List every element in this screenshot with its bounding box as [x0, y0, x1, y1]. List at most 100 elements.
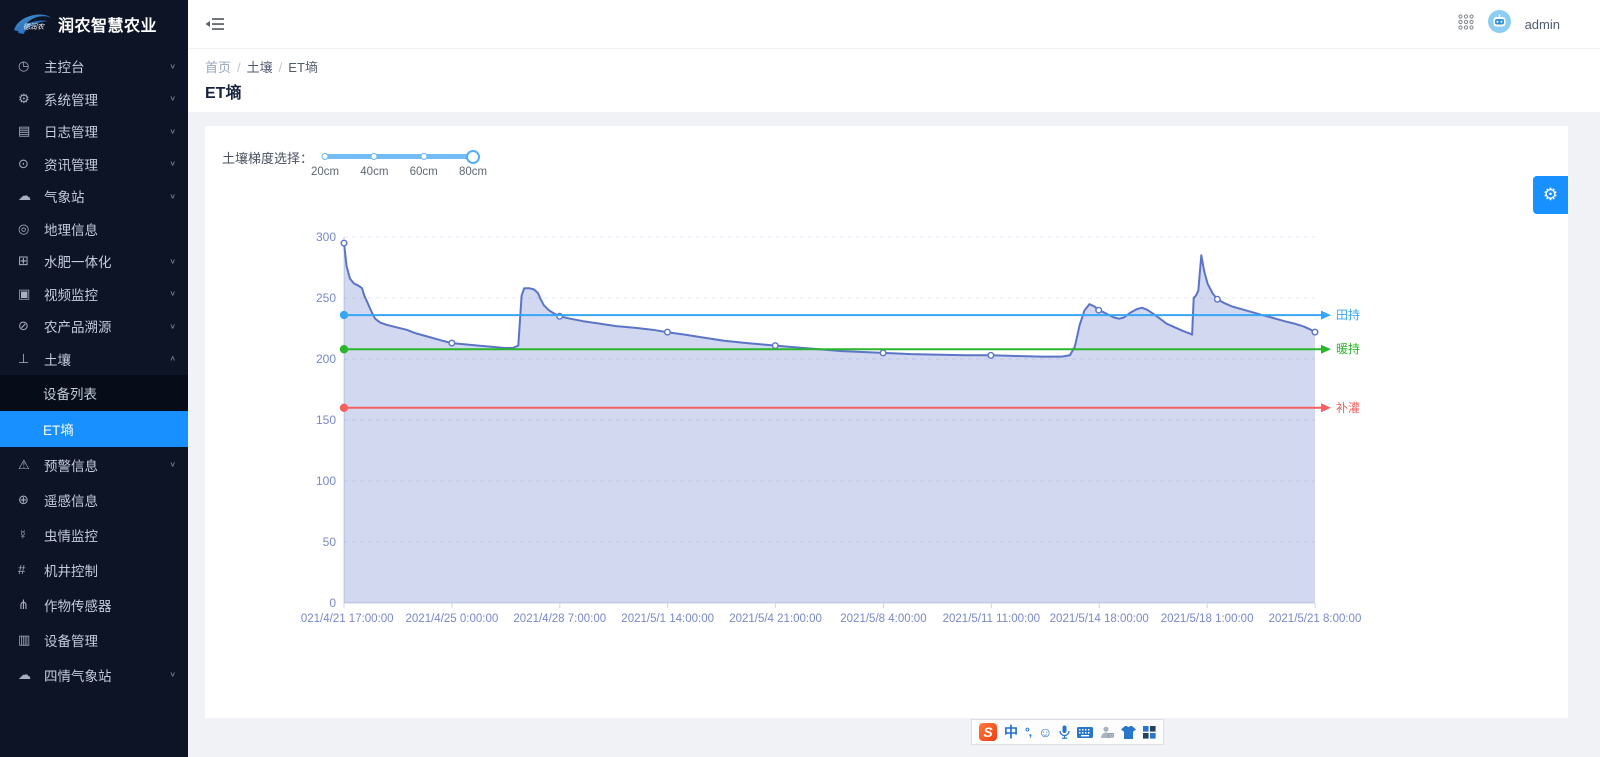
sidebar-item-label: 农产品溯源 [44, 316, 169, 336]
ime-user-icon[interactable]: 22 [1100, 726, 1114, 739]
breadcrumb-item: ET墒 [288, 60, 318, 75]
svg-text:2021/5/11 11:00:00: 2021/5/11 11:00:00 [943, 613, 1040, 625]
svg-text:补灌: 补灌 [1336, 401, 1360, 415]
soil-gradient-control: 土壤梯度选择： 20cm40cm60cm80cm [222, 148, 473, 182]
svg-text:德润农: 德润农 [23, 23, 45, 31]
geo-info-icon: ◎ [18, 221, 38, 237]
ime-mic-icon[interactable] [1059, 725, 1070, 739]
sidebar-item-label: 主控台 [44, 56, 169, 76]
ime-emoji-icon[interactable]: ☺ [1038, 724, 1052, 740]
ime-punctuation-icon[interactable]: °, [1025, 725, 1031, 739]
gear-icon: ⚙ [18, 91, 38, 107]
slider-handle[interactable] [466, 150, 480, 164]
breadcrumb: 首页/土壤/ET墒 [205, 57, 318, 76]
sidebar-collapse-icon[interactable] [205, 16, 225, 37]
svg-text:100: 100 [316, 474, 336, 488]
sidebar: 德润农 润农智慧农业 ◷主控台∨⚙系统管理∨▤日志管理∨⊙资讯管理∨☁气象站∨◎… [0, 0, 188, 757]
sidebar-item-weather-station[interactable]: ☁气象站∨ [0, 180, 188, 213]
soil-icon: ⊥ [18, 351, 38, 367]
device-manage-icon: ▥ [18, 632, 38, 648]
sidebar-item-remote-sensing[interactable]: ⊕遥感信息 [0, 482, 188, 517]
app-title: 润农智慧农业 [58, 12, 157, 36]
ime-mode-chinese[interactable]: 中 [1004, 722, 1018, 742]
content-card: 土壤梯度选择： 20cm40cm60cm80cm 050100150200250… [205, 126, 1568, 718]
chevron-down-icon: ∨ [169, 127, 176, 136]
sidebar-menu: ◷主控台∨⚙系统管理∨▤日志管理∨⊙资讯管理∨☁气象站∨◎地理信息⊞水肥一体化∨… [0, 50, 188, 692]
chevron-down-icon: ∨ [169, 322, 176, 331]
slider-stop-40cm [371, 153, 378, 160]
sidebar-item-news[interactable]: ⊙ 资讯管理∨ [0, 148, 188, 181]
ime-toolbox-icon[interactable] [1143, 726, 1156, 739]
sidebar-item-warning-info[interactable]: ⚠预警信息∨ [0, 447, 188, 482]
video-monitor-icon: ▣ [18, 286, 38, 302]
sidebar-item-dashboard[interactable]: ◷ 主控台∨ [0, 50, 188, 83]
sidebar-item-device-manage[interactable]: ▥设备管理 [0, 622, 188, 657]
well-control-icon: # [18, 562, 38, 577]
ime-skin-icon[interactable] [1121, 726, 1136, 739]
slider-mark-label: 20cm [311, 166, 339, 178]
sidebar-item-product-trace[interactable]: ⊘农产品溯源∨ [0, 310, 188, 343]
title-band: 首页/土壤/ET墒 ET墒 [188, 48, 1600, 112]
admin-username[interactable]: admin [1525, 17, 1560, 32]
chevron-down-icon: ∨ [169, 460, 176, 469]
svg-text:2021/4/21 17:00:00: 2021/4/21 17:00:00 [300, 613, 394, 625]
slider-track[interactable] [325, 154, 473, 159]
weather-station-icon: ☁ [18, 188, 38, 204]
sidebar-item-label: 四情气象站 [44, 665, 169, 685]
slider-stop-20cm [322, 153, 329, 160]
sidebar-item-label: 土壤 [44, 349, 169, 369]
sidebar-item-label: 作物传感器 [44, 595, 176, 615]
sidebar-item-video-monitor[interactable]: ▣ 视频监控∨ [0, 278, 188, 311]
breadcrumb-item[interactable]: 首页 [205, 60, 231, 75]
et-moisture-chart: 0501001502002503002021/4/21 17:00:002021… [300, 228, 1375, 628]
sidebar-item-label: 遥感信息 [44, 490, 176, 510]
logo-swirl-icon: 德润农 [12, 11, 52, 37]
gear-icon: ⚙ [1543, 185, 1558, 205]
chevron-up-icon: ∧ [169, 354, 176, 363]
sidebar-item-label: 视频监控 [44, 284, 169, 304]
svg-text:2021/4/25 0:00:00: 2021/4/25 0:00:00 [406, 613, 499, 625]
svg-text:0: 0 [329, 596, 336, 610]
chart-svg: 0501001502002503002021/4/21 17:00:002021… [300, 228, 1375, 628]
news-icon: ⊙ [18, 156, 38, 172]
sidebar-item-four-weather[interactable]: ☁ 四情气象站∨ [0, 657, 188, 692]
warning-info-icon: ⚠ [18, 457, 38, 473]
sidebar-item-log[interactable]: ▤日志管理∨ [0, 115, 188, 148]
avatar[interactable] [1488, 10, 1511, 38]
svg-text:2021/5/8 4:00:00: 2021/5/8 4:00:00 [840, 613, 926, 625]
slider-mark-label: 80cm [459, 166, 487, 178]
svg-text:2021/5/1 14:00:00: 2021/5/1 14:00:00 [621, 613, 714, 625]
svg-text:暖持: 暖持 [1336, 341, 1360, 356]
sidebar-subitem-et-moisture[interactable]: ET墒 [0, 411, 188, 447]
svg-text:2021/5/14 18:00:00: 2021/5/14 18:00:00 [1050, 613, 1149, 625]
sidebar-subitem-device-list[interactable]: 设备列表 [0, 375, 188, 411]
svg-text:田持: 田持 [1336, 307, 1360, 322]
sidebar-item-well-control[interactable]: #机井控制 [0, 552, 188, 587]
ime-keyboard-icon[interactable] [1077, 727, 1093, 738]
sidebar-item-insect-monitor[interactable]: ☿虫情监控 [0, 517, 188, 552]
sidebar-item-geo-info[interactable]: ◎ 地理信息 [0, 213, 188, 246]
svg-text:250: 250 [316, 291, 336, 305]
dashboard-icon: ◷ [18, 58, 38, 74]
sidebar-item-water-fertilizer[interactable]: ⊞水肥一体化∨ [0, 245, 188, 278]
chevron-down-icon: ∨ [169, 289, 176, 298]
apps-grid-icon[interactable] [1458, 14, 1474, 35]
theme-settings-button[interactable]: ⚙ [1533, 176, 1568, 214]
sidebar-item-label: 地理信息 [44, 219, 176, 239]
slider-mark-label: 40cm [360, 166, 388, 178]
svg-text:50: 50 [323, 535, 337, 549]
chevron-down-icon: ∨ [169, 159, 176, 168]
chevron-down-icon: ∨ [169, 257, 176, 266]
breadcrumb-item[interactable]: 土壤 [247, 60, 273, 75]
four-weather-icon: ☁ [18, 667, 38, 683]
crop-sensor-icon: ⋔ [18, 597, 38, 613]
chevron-down-icon: ∨ [169, 62, 176, 71]
sogou-logo-icon[interactable]: S [979, 723, 997, 741]
sidebar-item-soil[interactable]: ⊥ 土壤∧ [0, 343, 188, 376]
sidebar-item-crop-sensor[interactable]: ⋔ 作物传感器 [0, 587, 188, 622]
sidebar-item-label: 资讯管理 [44, 154, 169, 174]
soil-depth-slider[interactable]: 20cm40cm60cm80cm [325, 148, 473, 182]
sidebar-item-gear[interactable]: ⚙系统管理∨ [0, 83, 188, 116]
chevron-down-icon: ∨ [169, 670, 176, 679]
page-title: ET墒 [205, 79, 241, 103]
